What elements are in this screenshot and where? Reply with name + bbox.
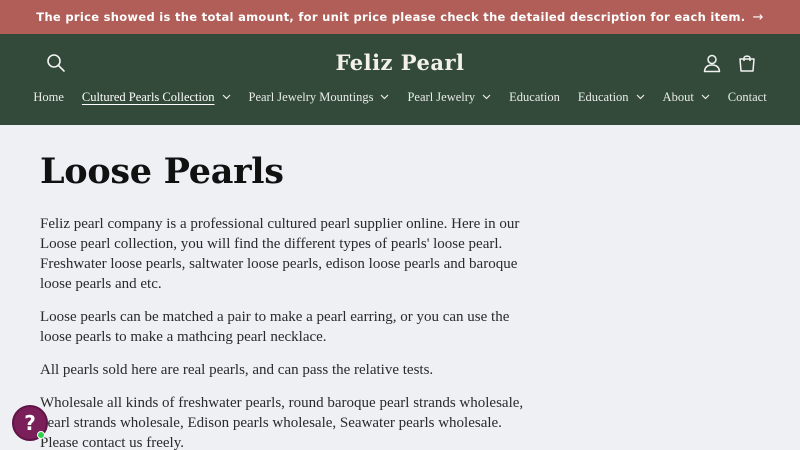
nav-label: Pearl Jewelry	[407, 89, 476, 104]
arrow-right-icon: →	[752, 9, 764, 25]
collection-description: Feliz pearl company is a professional cu…	[40, 214, 525, 450]
nav-item-about[interactable]: About	[654, 90, 719, 105]
nav-label: Pearl Jewelry Mountings	[248, 89, 374, 104]
cart-button[interactable]	[737, 53, 757, 73]
nav-item-pearl-jewelry[interactable]: Pearl Jewelry	[398, 90, 500, 105]
nav-label: Education	[577, 89, 629, 104]
account-button[interactable]	[702, 53, 722, 73]
description-paragraph: Wholesale all kinds of freshwater pearls…	[40, 395, 524, 450]
nav-item-pearl-jewelry-mountings[interactable]: Pearl Jewelry Mountings	[240, 90, 399, 105]
cart-icon	[739, 55, 755, 72]
help-question-icon: ?	[24, 411, 36, 435]
chevron-down-icon	[701, 94, 710, 100]
nav-item-education[interactable]: Education	[500, 90, 569, 105]
online-status-dot	[37, 431, 45, 439]
nav-item-cultured-pearls-collection[interactable]: Cultured Pearls Collection	[73, 90, 240, 105]
chevron-down-icon	[636, 94, 644, 100]
site-header: Feliz Pearl Home Cultured Pearls Collect…	[0, 34, 800, 125]
description-paragraph: All pearls sold here are real pearls, an…	[40, 362, 434, 378]
nav-label: Home	[33, 89, 64, 104]
help-chat-button[interactable]: ?	[12, 405, 48, 441]
announcement-text[interactable]: The price showed is the total amount, fo…	[36, 10, 745, 24]
description-paragraph: Loose pearls can be matched a pair to ma…	[40, 309, 510, 345]
chevron-down-icon	[222, 94, 230, 100]
nav-item-education-menu[interactable]: Education	[569, 90, 654, 105]
account-icon	[703, 54, 721, 73]
nav-label: About	[662, 89, 694, 104]
nav-label: Education	[509, 89, 560, 104]
nav-label: Contact	[727, 89, 767, 104]
nav-item-contact[interactable]: Contact	[719, 90, 776, 105]
nav-item-home[interactable]: Home	[24, 90, 73, 105]
site-logo[interactable]: Feliz Pearl	[0, 50, 800, 75]
nav-label: Cultured Pearls Collection	[81, 89, 215, 104]
collection-main: Loose Pearls Feliz pearl company is a pr…	[40, 125, 540, 450]
chevron-down-icon	[381, 94, 389, 100]
description-paragraph: Feliz pearl company is a professional cu…	[40, 216, 520, 292]
main-navigation: Home Cultured Pearls Collection Pearl Je…	[0, 86, 800, 108]
page-title: Loose Pearls	[40, 151, 284, 192]
announcement-bar[interactable]: The price showed is the total amount, fo…	[0, 0, 800, 34]
chevron-down-icon	[482, 94, 491, 100]
